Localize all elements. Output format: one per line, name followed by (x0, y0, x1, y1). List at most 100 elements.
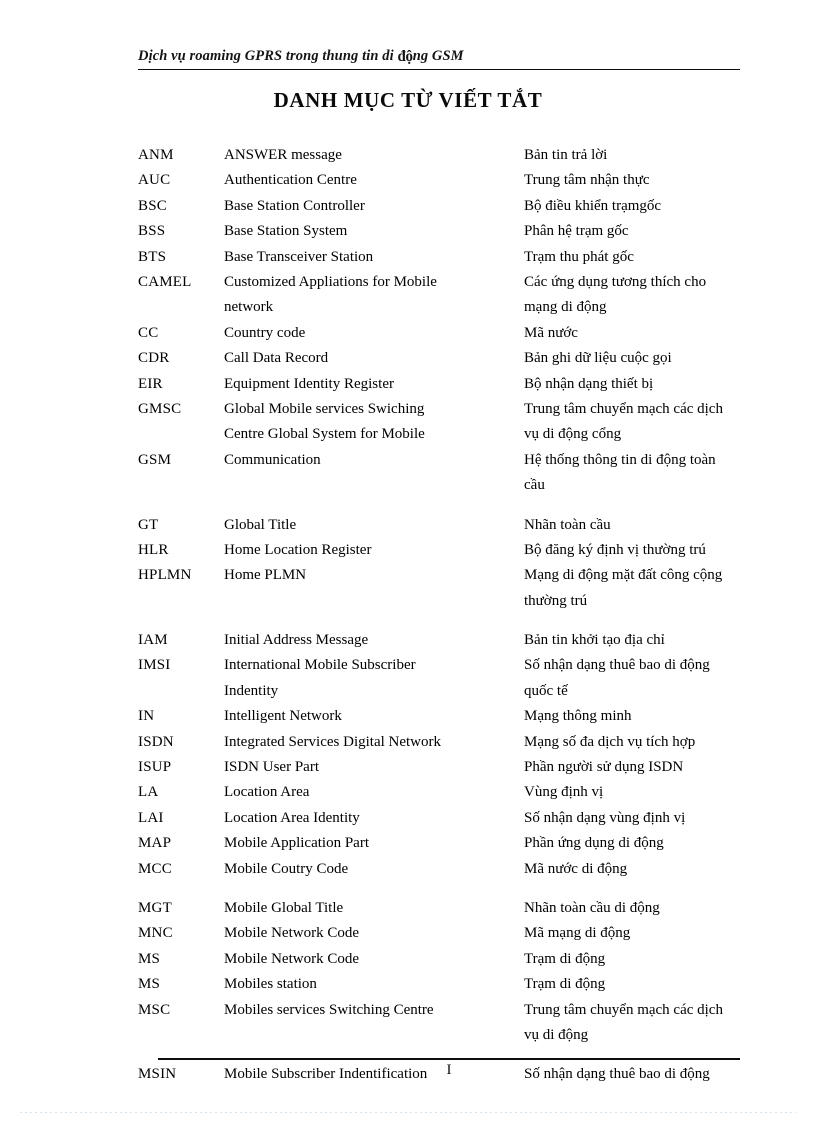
abbreviation-meaning-vi-line1: Mạng thông minh (524, 708, 632, 725)
abbreviation-meaning-vi-line1: Trung tâm chuyển mạch các dịch (524, 400, 723, 417)
abbreviation-term: IN (138, 708, 155, 725)
abbreviation-row-body: HLR Home Location Register Bộ đăng ký định… (138, 538, 778, 563)
scan-artifact-line (20, 1112, 796, 1113)
abbreviation-row: ANM ANSWER message Bản tin trả lời (138, 143, 778, 168)
abbreviation-row-body: IN Intelligent Network Mạng thông minh (138, 704, 778, 729)
abbreviation-term: IAM (138, 632, 168, 649)
abbreviation-meaning-vi: Hệ thống thông tin di động toàn cầu (524, 448, 778, 499)
abbreviation-meaning-vi: Trạm thu phát gốc (524, 245, 778, 270)
abbreviation-term: AUC (138, 172, 171, 189)
abbreviation-row: AUC Authentication Centre Trung tâm nhận t… (138, 168, 778, 193)
abbreviation-meaning-vi-line1: Phần người sử dụng ISDN (524, 759, 684, 776)
abbreviation-term: GMSC (138, 400, 182, 417)
abbreviation-row: MAP Mobile Application Part Phần ứng dụng … (138, 831, 778, 856)
abbreviation-expansion-en-line1: Base Transceiver Station (224, 248, 374, 265)
abbreviation-row: IMSI International Mobile Subscriber Inden… (138, 653, 778, 704)
abbreviation-row: BSC Base Station Controller Bộ điều khiển … (138, 194, 778, 219)
abbreviation-meaning-vi: Trung tâm chuyển mạch các dịch vụ di động (524, 998, 778, 1049)
abbreviation-meaning-vi-line1: Trạm thu phát gốc (524, 248, 634, 265)
abbreviation-meaning-vi-line1: Mã mạng di động (524, 925, 631, 942)
abbreviation-row-body: GT Global Title Nhãn toàn cầu (138, 513, 778, 538)
abbreviation-term: GSM (138, 451, 172, 468)
abbreviation-expansion-en-line1: ISDN User Part (224, 759, 319, 776)
abbreviation-expansion-en-line2: network (224, 299, 274, 316)
abbreviation-term: CC (138, 324, 159, 341)
abbreviation-row-body: CC Country code Mã nước (138, 321, 778, 346)
abbreviation-row-body: LAI Location Area Identity Số nhận dạng vù… (138, 806, 778, 831)
abbreviation-meaning-vi-line2: cầu (524, 477, 545, 494)
abbreviation-row: MNC Mobile Network Code Mã mạng di động (138, 921, 778, 946)
abbreviation-expansion-en-line1: Intelligent Network (224, 708, 342, 725)
abbreviation-expansion-en-line1: Base Station System (224, 223, 348, 240)
abbreviation-expansion-en-line1: International Mobile Subscriber (224, 657, 416, 674)
abbreviation-term: MSC (138, 1001, 171, 1018)
abbreviation-expansion-en-line1: Mobiles station (224, 976, 317, 993)
abbreviation-meaning-vi-line1: Nhãn toàn cầu di động (524, 900, 660, 917)
abbreviation-term: ANM (138, 147, 174, 163)
abbreviation-meaning-vi-line1: Mạng số đa dịch vụ tích hợp (524, 733, 696, 750)
abbreviation-row: GMSC Global Mobile services Swiching Centr… (138, 397, 778, 448)
abbreviation-meaning-vi: Nhãn toàn cầu di động (524, 896, 778, 921)
abbreviation-term: MCC (138, 860, 172, 877)
abbreviation-expansion-en: Mobile Network Code (224, 947, 524, 972)
abbreviation-expansion-en-line1: Customized Appliations for Mobile (224, 273, 437, 290)
page-title: DANH MỤC TỪ VIẾT TẮT (273, 88, 543, 112)
abbreviation-expansion-en: Base Transceiver Station (224, 245, 524, 270)
abbreviation-row-body: CDR Call Data Record Bản ghi dữ liệu cuộc … (138, 346, 778, 371)
abbreviation-row: CC Country code Mã nước (138, 321, 778, 346)
abbreviation-term: ISUP (138, 759, 172, 776)
abbreviation-meaning-vi-line1: Trạm di động (524, 976, 606, 993)
abbreviation-expansion-en: Location Area (224, 780, 524, 805)
abbreviation-row: EIR Equipment Identity Register Bộ nhận dạ… (138, 372, 778, 397)
abbreviation-meaning-vi-line1: Các ứng dụng tương thích cho (524, 273, 707, 290)
abbreviation-row-body: MNC Mobile Network Code Mã mạng di động (138, 921, 778, 946)
abbreviation-expansion-en-line1: Mobile Application Part (224, 835, 369, 852)
page-number: I (446, 1062, 452, 1078)
abbreviation-expansion-en: Communication (224, 448, 524, 473)
abbreviation-meaning-vi: Mạng thông minh (524, 704, 778, 729)
abbreviation-term: CAMEL (138, 273, 192, 290)
abbreviation-row-body: CAMEL Customized Appliations for Mobile ne… (138, 270, 778, 321)
abbreviation-expansion-en-line1: Mobile Network Code (224, 925, 359, 942)
abbreviation-meaning-vi: Bộ điều khiển trạmgốc (524, 194, 778, 219)
abbreviation-row-body: ISUP ISDN User Part Phần người sử dụng ISD… (138, 755, 778, 780)
abbreviation-row: HLR Home Location Register Bộ đăng ký định… (138, 538, 778, 563)
abbreviation-expansion-en-line1: Mobile Network Code (224, 950, 359, 967)
running-header: Dịch vụ roaming GPRS trong thung tin di … (138, 48, 740, 72)
abbreviation-meaning-vi: Mã nước di động (524, 857, 778, 882)
running-header-bump: độ (397, 48, 413, 65)
abbreviation-term: MAP (138, 835, 172, 852)
abbreviation-expansion-en-line1: Authentication Centre (224, 172, 357, 189)
abbreviation-row: GT Global Title Nhãn toàn cầu (138, 513, 778, 538)
abbreviation-row-body: AUC Authentication Centre Trung tâm nhận t… (138, 168, 778, 193)
abbreviation-term: BSS (138, 223, 166, 240)
running-header-text: Dịch vụ roaming GPRS trong thung tin di … (138, 48, 740, 66)
document-page: Dịch vụ roaming GPRS trong thung tin di … (0, 0, 816, 1123)
abbreviation-expansion-en: Mobile Network Code (224, 921, 524, 946)
abbreviation-expansion-en-line1: Global Mobile services Swiching (224, 400, 425, 417)
abbreviation-expansion-en: Location Area Identity (224, 806, 524, 831)
abbreviation-expansion-en-line1: Location Area Identity (224, 809, 360, 826)
running-header-part2: ng GSM (412, 47, 464, 64)
abbreviation-row-body: GSM Communication Hệ thống thông tin di độ… (138, 448, 778, 499)
abbreviation-meaning-vi: Bộ đăng ký định vị thường trú (524, 538, 778, 563)
abbreviation-expansion-en: Mobile Coutry Code (224, 857, 524, 882)
abbreviation-meaning-vi-line1: Phần ứng dụng di động (524, 835, 664, 852)
abbreviation-expansion-en: Integrated Services Digital Network (224, 730, 524, 755)
abbreviation-expansion-en: Mobiles station (224, 972, 524, 997)
abbreviation-row: ISDN Integrated Services Digital Network M… (138, 730, 778, 755)
abbreviation-row: HPLMN Home PLMN Mạng di động mặt đất công … (138, 563, 778, 614)
abbreviation-meaning-vi-line1: Mã nước (524, 324, 578, 341)
abbreviation-meaning-vi: Mạng di động mặt đất công cộng thường trú (524, 563, 778, 614)
abbreviation-row-body: LA Location Area Vùng định vị (138, 780, 778, 805)
abbreviation-meaning-vi-line1: Số nhận dạng vùng định vị (524, 809, 686, 826)
abbreviation-meaning-vi-line1: Mạng di động mặt đất công cộng (524, 567, 723, 584)
abbreviation-expansion-en-line1: Initial Address Message (224, 632, 369, 649)
abbreviation-meaning-vi-line1: Bộ nhận dạng thiết bị (524, 375, 654, 392)
abbreviation-meaning-vi: Các ứng dụng tương thích cho mạng di động (524, 270, 778, 321)
abbreviation-row-body: GMSC Global Mobile services Swiching Centr… (138, 397, 778, 448)
abbreviation-expansion-en: Country code (224, 321, 524, 346)
abbreviation-meaning-vi-line1: Trung tâm chuyển mạch các dịch (524, 1001, 723, 1018)
abbreviation-expansion-en-line2: Indentity (224, 682, 279, 699)
abbreviation-row: ISUP ISDN User Part Phần người sử dụng ISD… (138, 755, 778, 780)
